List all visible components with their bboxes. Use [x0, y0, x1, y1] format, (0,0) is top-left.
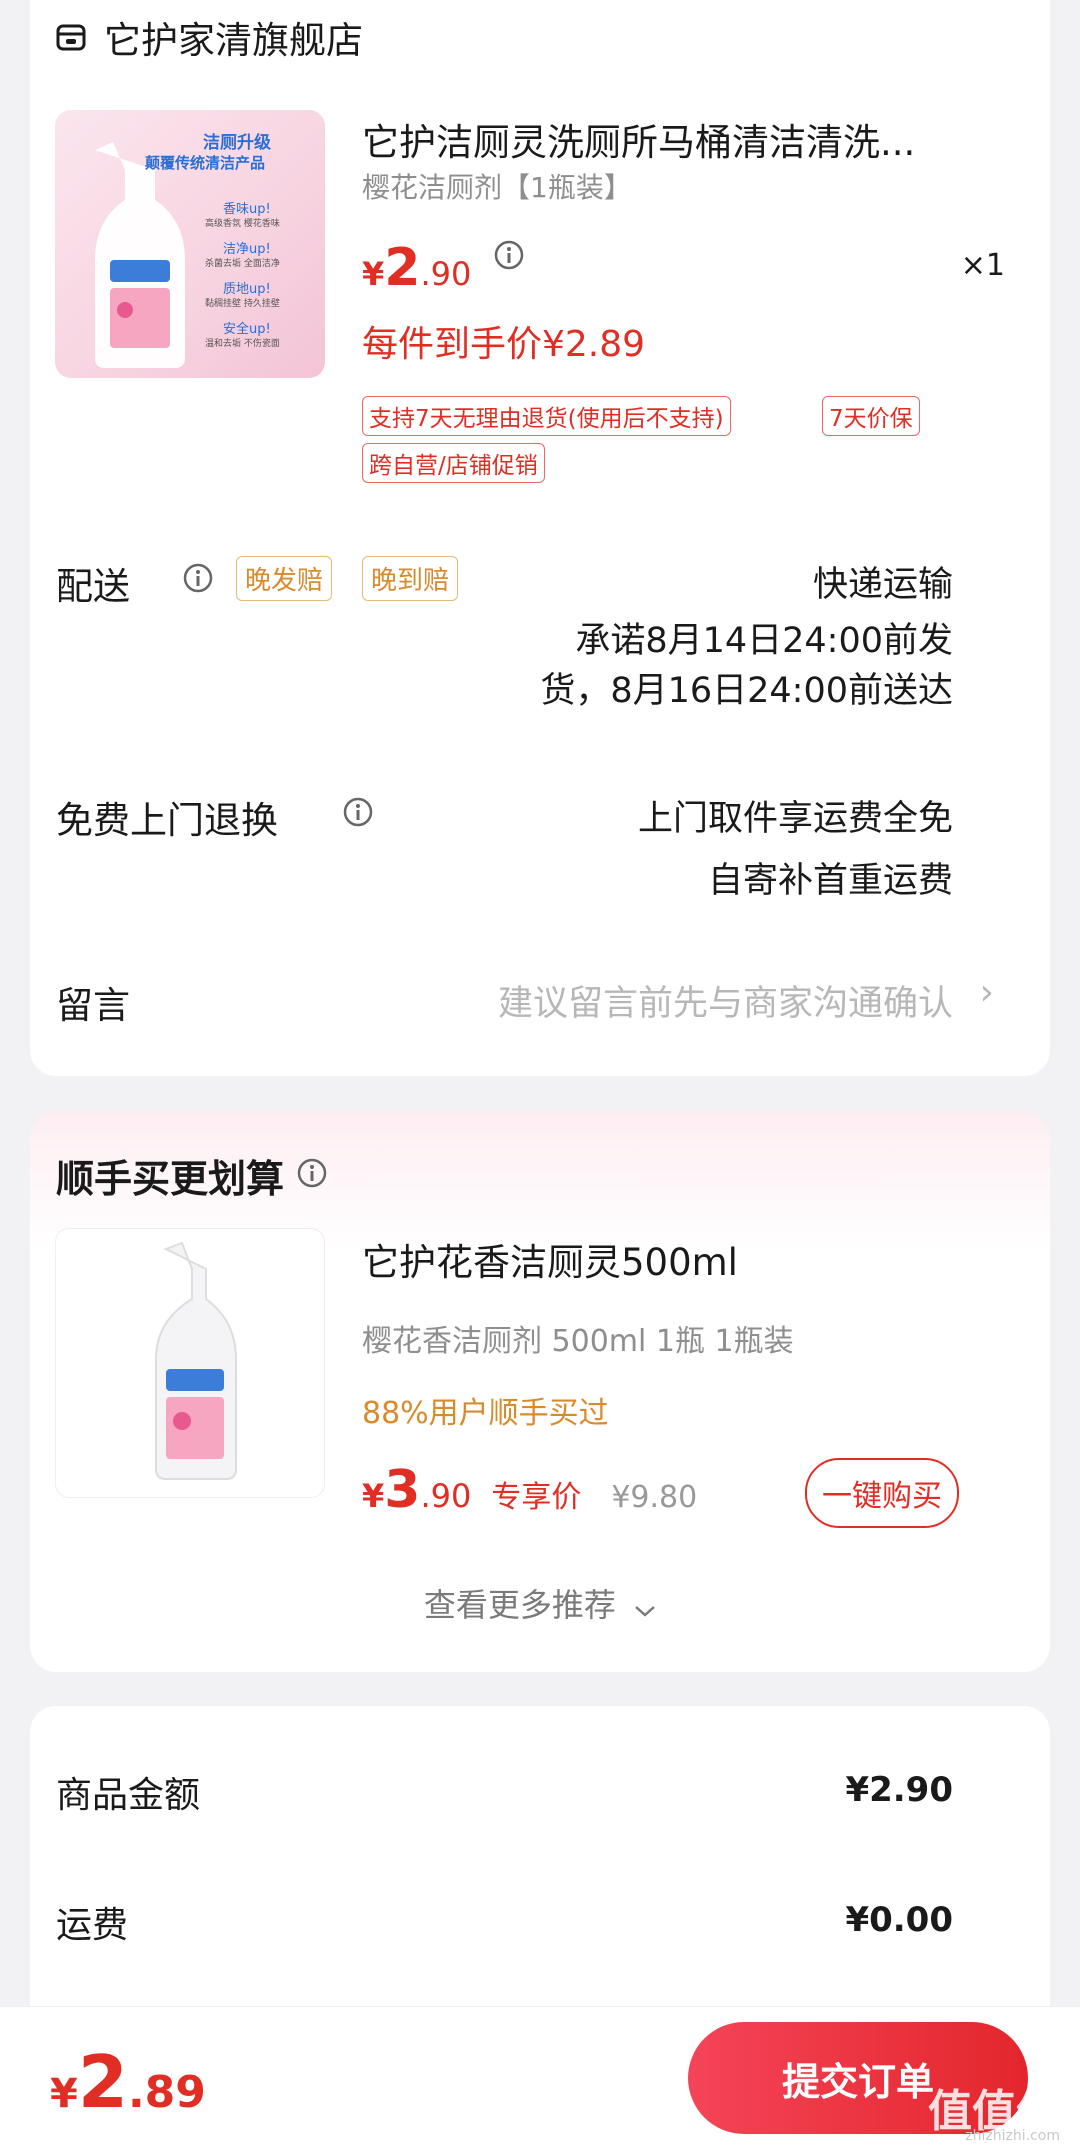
info-icon[interactable] — [182, 562, 214, 598]
service-tag: 支持7天无理由退货(使用后不支持) — [362, 396, 731, 436]
return-policy: 上门取件享运费全免 — [637, 799, 953, 839]
delivery-method[interactable]: 快递运输 — [813, 556, 953, 607]
price-currency: ¥ — [362, 1477, 385, 1515]
image-feature-desc: 高级香氛 樱花香味 — [205, 219, 280, 229]
delivery-label: 配送 — [56, 565, 130, 608]
product-title[interactable]: 它护洁厕灵洗厕所马桶清洁清洗... — [362, 112, 962, 166]
chevron-right-icon[interactable]: › — [980, 972, 994, 1013]
price-currency: ¥ — [362, 255, 385, 293]
see-more-label: 查看更多推荐 — [423, 1586, 616, 1624]
image-feature-desc: 黏稠挂壁 持久挂壁 — [205, 299, 280, 309]
message-label: 留言 — [56, 984, 130, 1027]
recommend-section-title: 顺手买更划算 — [56, 1148, 328, 1203]
see-more-recommendations[interactable]: 查看更多推荐 — [0, 1580, 1080, 1626]
price-integer: 3 — [384, 1460, 421, 1520]
recommend-bought: 88%用户顺手买过 — [362, 1396, 609, 1431]
image-feature: 安全up! — [223, 322, 271, 337]
image-feature-desc: 温和去垢 不伤瓷面 — [205, 339, 280, 349]
info-icon[interactable] — [493, 239, 525, 275]
delivery-promise: 承诺8月14日24:00前发 — [575, 621, 953, 661]
section-title-text: 顺手买更划算 — [56, 1157, 285, 1201]
info-icon[interactable] — [342, 796, 374, 832]
total-decimal: .89 — [127, 2067, 206, 2118]
total-currency: ¥ — [50, 2071, 78, 2117]
late-arrive-badge: 晚到赔 — [362, 556, 459, 601]
shipping-value: ¥0.00 — [845, 1900, 953, 1940]
store-header[interactable]: 它护家清旗舰店 — [56, 10, 363, 64]
store-name: 它护家清旗舰店 — [104, 19, 363, 62]
recommend-spec: 樱花香洁厕剂 500ml 1瓶 1瓶装 — [362, 1324, 794, 1359]
image-feature: 香味up! — [223, 202, 271, 217]
chevron-down-icon — [634, 1588, 656, 1626]
image-headline: 洁厕升级 — [203, 133, 271, 153]
service-tag: 7天价保 — [822, 396, 920, 436]
summary-card — [30, 1706, 1050, 2026]
free-return-label: 免费上门退换 — [56, 799, 278, 842]
info-icon[interactable] — [296, 1154, 328, 1198]
unit-price: 每件到手价¥2.89 — [362, 324, 646, 365]
quantity: ×1 — [960, 248, 1005, 283]
product-image[interactable]: 洁厕升级 颠覆传统清洁产品 香味up! 高级香氛 樱花香味 洁净up! 杀菌去垢… — [55, 110, 325, 378]
service-tag: 跨自营/店铺促销 — [362, 443, 545, 483]
watermark-url: zhizhizhi.com — [965, 2128, 1060, 2144]
image-feature: 质地up! — [223, 282, 271, 297]
total-price: ¥ 2 .89 — [50, 2040, 206, 2124]
price-decimal: .90 — [420, 255, 472, 293]
store-icon — [56, 22, 86, 52]
recommend-title[interactable]: 它护花香洁厕灵500ml — [362, 1232, 738, 1286]
recommend-price: ¥ 3 .90 专享价 ¥9.80 — [362, 1460, 697, 1520]
product-price: ¥ 2 .90 — [362, 238, 525, 298]
image-subheadline: 颠覆传统清洁产品 — [145, 154, 266, 172]
total-integer: 2 — [77, 2040, 128, 2124]
delivery-promise: 货，8月16日24:00前送达 — [540, 671, 953, 711]
goods-amount-label: 商品金额 — [56, 1775, 201, 1816]
shipping-label: 运费 — [56, 1905, 129, 1946]
price-integer: 2 — [384, 238, 421, 298]
recommend-product-image[interactable] — [55, 1228, 325, 1498]
return-policy: 自寄补首重运费 — [707, 861, 953, 901]
image-feature-desc: 杀菌去垢 全面洁净 — [205, 259, 280, 269]
price-decimal: .90 — [420, 1477, 472, 1515]
image-feature: 洁净up! — [223, 242, 271, 257]
one-click-buy-button[interactable]: 一键购买 — [805, 1458, 959, 1528]
message-input[interactable]: 建议留言前先与商家沟通确认 — [498, 975, 953, 1026]
exclusive-price-label: 专享价 — [491, 1480, 582, 1515]
goods-amount-value: ¥2.90 — [845, 1770, 953, 1810]
product-spec[interactable]: 樱花洁厕剂【1瓶装】 — [362, 166, 632, 206]
original-price: ¥9.80 — [611, 1480, 698, 1515]
late-ship-badge: 晚发赔 — [236, 556, 333, 601]
